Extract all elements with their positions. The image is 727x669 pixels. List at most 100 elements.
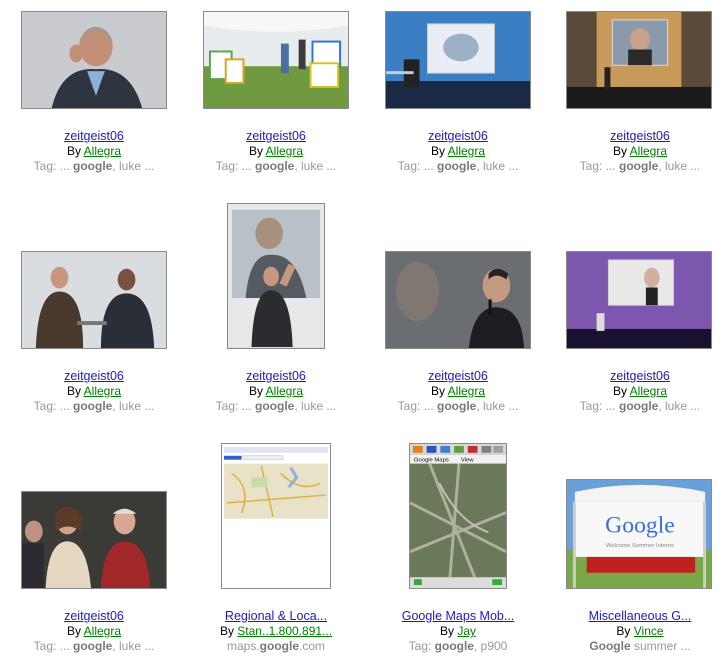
result-tags: Tag: ... google, luke ... (580, 399, 701, 413)
result-thumbnail[interactable] (566, 11, 712, 109)
tag-highlight: google (259, 639, 299, 653)
two-men-image (22, 252, 166, 348)
result-author-line: By Allegra (249, 144, 303, 158)
result-author-link[interactable]: Allegra (630, 384, 667, 398)
result-author-link[interactable]: Vince (634, 624, 664, 638)
result-title-link[interactable]: zeitgeist06 (64, 369, 124, 383)
man-microphone-image (386, 252, 530, 348)
by-label: By (66, 144, 81, 158)
tag-suffix: , luke ... (112, 159, 155, 173)
by-label: By (439, 624, 454, 638)
result-tags: Tag: ... google, luke ... (216, 399, 337, 413)
result-title-link[interactable]: zeitgeist06 (610, 369, 670, 383)
by-label: By (612, 384, 627, 398)
result-tags: Google summer ... (589, 639, 690, 653)
tag-highlight: google (437, 399, 477, 413)
tag-suffix: , luke ... (294, 399, 337, 413)
by-label: By (248, 144, 263, 158)
result-title-link[interactable]: Miscellaneous G... (589, 609, 692, 623)
result-tags: maps.google.com (227, 639, 325, 653)
tag-suffix: , luke ... (476, 399, 519, 413)
result-title-link[interactable]: Regional & Loca... (225, 609, 327, 623)
result-thumbnail[interactable] (21, 11, 167, 109)
result-thumbnail[interactable] (221, 443, 331, 589)
tag-highlight: google (73, 399, 113, 413)
tag-highlight: google (73, 159, 113, 173)
result-author-link[interactable]: Allegra (84, 384, 121, 398)
result-author-line: By Allegra (613, 144, 667, 158)
tag-highlight: google (437, 159, 477, 173)
result-thumbnail[interactable]: Google Welcome Summer Interns (566, 479, 712, 589)
outdoor-tent-image (204, 12, 348, 108)
tag-suffix: , luke ... (658, 159, 701, 173)
tag-prefix: Tag: ... (33, 159, 73, 173)
maps-screenshot-image (222, 444, 330, 588)
tag-suffix: , p900 (473, 639, 508, 653)
result-author-link[interactable]: Stan..1.800.891... (237, 624, 332, 638)
tag-highlight: google (73, 639, 113, 653)
tag-prefix: Tag: ... (397, 399, 437, 413)
result-author-link[interactable]: Allegra (266, 144, 303, 158)
tag-suffix: .com (299, 639, 326, 653)
result-thumbnail[interactable] (227, 203, 325, 349)
by-label: By (219, 624, 234, 638)
result-author-line: By Allegra (249, 384, 303, 398)
result-title-link[interactable]: zeitgeist06 (428, 369, 488, 383)
image-results-grid: zeitgeist06 By Allegra Tag: ... google, … (0, 0, 727, 669)
result-author-line: By Stan..1.800.891... (220, 624, 332, 638)
result-author-link[interactable]: Allegra (266, 384, 303, 398)
result-author-link[interactable]: Allegra (630, 144, 667, 158)
result-title-link[interactable]: Google Maps Mob... (402, 609, 515, 623)
result-author-line: By Allegra (67, 384, 121, 398)
tag-suffix: summer ... (630, 639, 691, 653)
result-title-link[interactable]: zeitgeist06 (246, 129, 306, 143)
tag-prefix: Tag: ... (579, 159, 619, 173)
result-tags: Tag: google, p900 (409, 639, 508, 653)
result-thumbnail[interactable] (21, 251, 167, 349)
result-author-link[interactable]: Allegra (84, 624, 121, 638)
result-author-link[interactable]: Allegra (448, 144, 485, 158)
tag-prefix: Tag: ... (215, 399, 255, 413)
result-thumbnail[interactable] (385, 11, 531, 109)
tag-highlight: google (434, 639, 474, 653)
result-title-link[interactable]: zeitgeist06 (428, 129, 488, 143)
by-label: By (430, 384, 445, 398)
result-author-line: By Jay (440, 624, 476, 638)
stage-orange-image (567, 12, 711, 108)
google-logo-text: Google (605, 512, 675, 538)
tag-prefix: Tag: ... (33, 399, 73, 413)
result-author-link[interactable]: Allegra (448, 384, 485, 398)
result-title-link[interactable]: zeitgeist06 (64, 129, 124, 143)
result-thumbnail[interactable] (566, 251, 712, 349)
result-tags: Tag: ... google, luke ... (34, 159, 155, 173)
phone-menu-left: Google Maps (414, 458, 449, 464)
tag-highlight: google (255, 399, 295, 413)
result-thumbnail[interactable] (385, 251, 531, 349)
result-tags: Tag: ... google, luke ... (34, 639, 155, 653)
by-label: By (430, 144, 445, 158)
result-thumbnail[interactable] (203, 11, 349, 109)
result-author-line: By Allegra (67, 624, 121, 638)
tag-prefix: maps. (226, 639, 260, 653)
result-title-link[interactable]: zeitgeist06 (64, 609, 124, 623)
result-author-line: By Allegra (67, 144, 121, 158)
result-tags: Tag: ... google, luke ... (398, 399, 519, 413)
result-title-link[interactable]: zeitgeist06 (610, 129, 670, 143)
by-label: By (248, 384, 263, 398)
speaker-screen-image (228, 204, 324, 348)
tag-suffix: , luke ... (112, 399, 155, 413)
tag-suffix: , luke ... (294, 159, 337, 173)
by-label: By (66, 624, 81, 638)
tag-suffix: , luke ... (658, 399, 701, 413)
result-title-link[interactable]: zeitgeist06 (246, 369, 306, 383)
tag-suffix: , luke ... (112, 639, 155, 653)
result-tags: Tag: ... google, luke ... (216, 159, 337, 173)
tag-prefix: Tag: ... (579, 399, 619, 413)
result-author-link[interactable]: Allegra (84, 144, 121, 158)
google-tent-image: Google Welcome Summer Interns (567, 480, 711, 588)
result-author-link[interactable]: Jay (457, 624, 476, 638)
stage-blue-image (386, 12, 530, 108)
result-thumbnail[interactable]: Google Maps View (409, 443, 507, 589)
result-thumbnail[interactable] (21, 491, 167, 589)
result-author-line: By Allegra (431, 384, 485, 398)
